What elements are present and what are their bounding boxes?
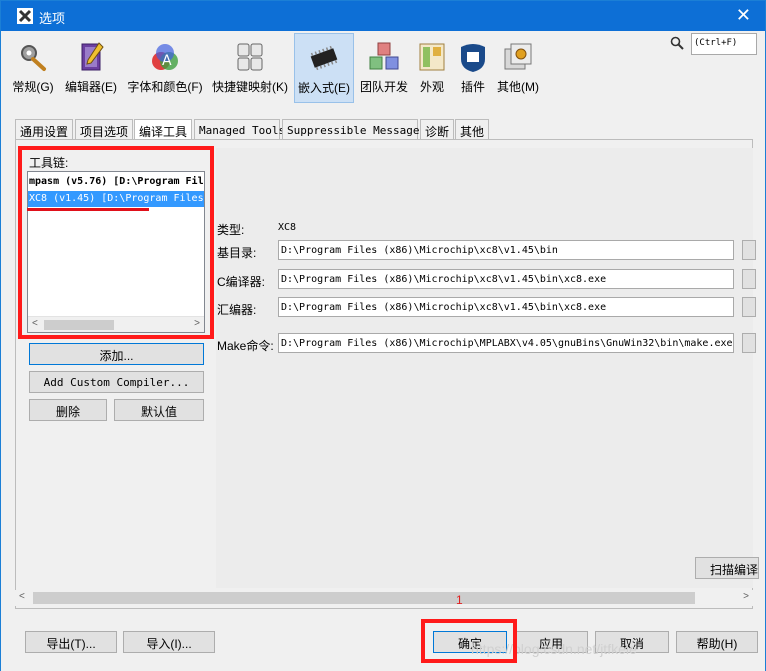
- category-editor[interactable]: 编辑器(E): [61, 33, 121, 103]
- assembler-browse-button[interactable]: [742, 297, 756, 317]
- category-general-label: 常规(G): [12, 80, 54, 94]
- category-misc-label: 其他(M): [497, 80, 539, 94]
- make-command-browse-button[interactable]: [742, 333, 756, 353]
- category-keymap-label: 快捷键映射(K): [212, 80, 288, 94]
- add-custom-compiler-button[interactable]: Add Custom Compiler...: [29, 371, 204, 393]
- type-label: 类型:: [217, 223, 245, 237]
- tab-project-options[interactable]: 项目选项: [75, 119, 133, 139]
- category-fonts-colors-label: 字体和颜色(F): [127, 80, 203, 94]
- team-blocks-icon: [369, 42, 399, 70]
- svg-text:A: A: [162, 53, 172, 69]
- keyboard-icon: [237, 43, 263, 71]
- default-button[interactable]: 默认值: [114, 399, 204, 421]
- category-team[interactable]: 团队开发: [357, 33, 411, 103]
- export-button[interactable]: 导出(T)...: [25, 631, 117, 653]
- search-input[interactable]: (Ctrl+F): [691, 33, 757, 55]
- assembler-label: 汇编器:: [217, 303, 257, 317]
- base-dir-label: 基目录:: [217, 246, 257, 260]
- category-misc[interactable]: 其他(M): [494, 33, 542, 103]
- misc-gear-icon: [504, 43, 532, 70]
- window-title: 选项: [39, 11, 66, 26]
- category-plugins-label: 插件: [460, 80, 485, 94]
- tab-general-settings[interactable]: 通用设置: [15, 119, 73, 139]
- help-button[interactable]: 帮助(H): [676, 631, 758, 653]
- close-icon[interactable]: ✕: [736, 5, 751, 26]
- make-command-field[interactable]: D:\Program Files (x86)\Microchip\MPLABX\…: [278, 333, 734, 353]
- panel-horizontal-scrollbar[interactable]: < >: [15, 590, 753, 606]
- type-value: XC8: [278, 222, 297, 233]
- scroll-left-icon[interactable]: <: [19, 591, 25, 602]
- wrench-gear-icon: [21, 45, 46, 71]
- tab-diagnostics[interactable]: 诊断: [420, 119, 454, 139]
- annotation-number: 1: [456, 593, 463, 607]
- category-keymap[interactable]: 快捷键映射(K): [209, 33, 291, 103]
- category-team-label: 团队开发: [359, 80, 408, 94]
- import-button[interactable]: 导入(I)...: [123, 631, 215, 653]
- c-compiler-label: C编译器:: [217, 275, 266, 289]
- tab-other[interactable]: 其他: [455, 119, 489, 139]
- category-plugins[interactable]: 插件: [454, 33, 492, 103]
- scrollbar-thumb[interactable]: [33, 592, 695, 604]
- scroll-right-icon[interactable]: >: [743, 591, 749, 602]
- category-fonts-colors[interactable]: A 字体和颜色(F): [125, 33, 205, 103]
- category-general[interactable]: 常规(G): [9, 33, 57, 103]
- highlight-box-toolchain: [18, 146, 214, 339]
- delete-button[interactable]: 删除: [29, 399, 107, 421]
- editor-pencil-icon: [81, 42, 104, 71]
- search-icon: [670, 36, 684, 50]
- base-dir-browse-button[interactable]: [742, 240, 756, 260]
- assembler-field[interactable]: D:\Program Files (x86)\Microchip\xc8\v1.…: [278, 297, 734, 317]
- category-embedded[interactable]: 嵌入式(E): [294, 33, 354, 103]
- category-editor-label: 编辑器(E): [65, 80, 117, 94]
- category-embedded-label: 嵌入式(E): [298, 81, 350, 95]
- app-icon: [17, 8, 33, 24]
- tab-build-tools[interactable]: 编译工具: [134, 119, 192, 140]
- c-compiler-browse-button[interactable]: [742, 269, 756, 289]
- plugin-shield-icon: [461, 44, 485, 72]
- category-appearance[interactable]: 外观: [413, 33, 451, 103]
- base-dir-field[interactable]: D:\Program Files (x86)\Microchip\xc8\v1.…: [278, 240, 734, 260]
- add-toolchain-button[interactable]: 添加...: [29, 343, 204, 365]
- tab-suppressible-messages[interactable]: Suppressible Messages: [282, 119, 426, 139]
- tab-managed-tools[interactable]: Managed Tools: [194, 119, 285, 139]
- scan-compilers-button[interactable]: 扫描编译: [695, 557, 759, 579]
- chip-icon: [310, 45, 338, 71]
- c-compiler-field[interactable]: D:\Program Files (x86)\Microchip\xc8\v1.…: [278, 269, 734, 289]
- options-dialog: 选项 ✕ 常规(G) 编辑器(E) A 字体和颜色(F) 快捷键映射(K) 嵌入…: [0, 0, 766, 671]
- category-appearance-label: 外观: [419, 80, 444, 94]
- toolchain-details-area: [216, 148, 753, 588]
- title-bar: 选项 ✕: [1, 1, 765, 31]
- appearance-icon: [419, 43, 445, 71]
- highlight-box-ok: [421, 619, 517, 663]
- category-toolbar: 常规(G) 编辑器(E) A 字体和颜色(F) 快捷键映射(K) 嵌入式(E) …: [9, 31, 759, 105]
- tab-strip: 通用设置 项目选项 编译工具 Managed Tools Suppressibl…: [15, 119, 755, 140]
- make-command-label: Make命令:: [217, 339, 274, 353]
- fonts-colors-icon: A: [152, 44, 178, 70]
